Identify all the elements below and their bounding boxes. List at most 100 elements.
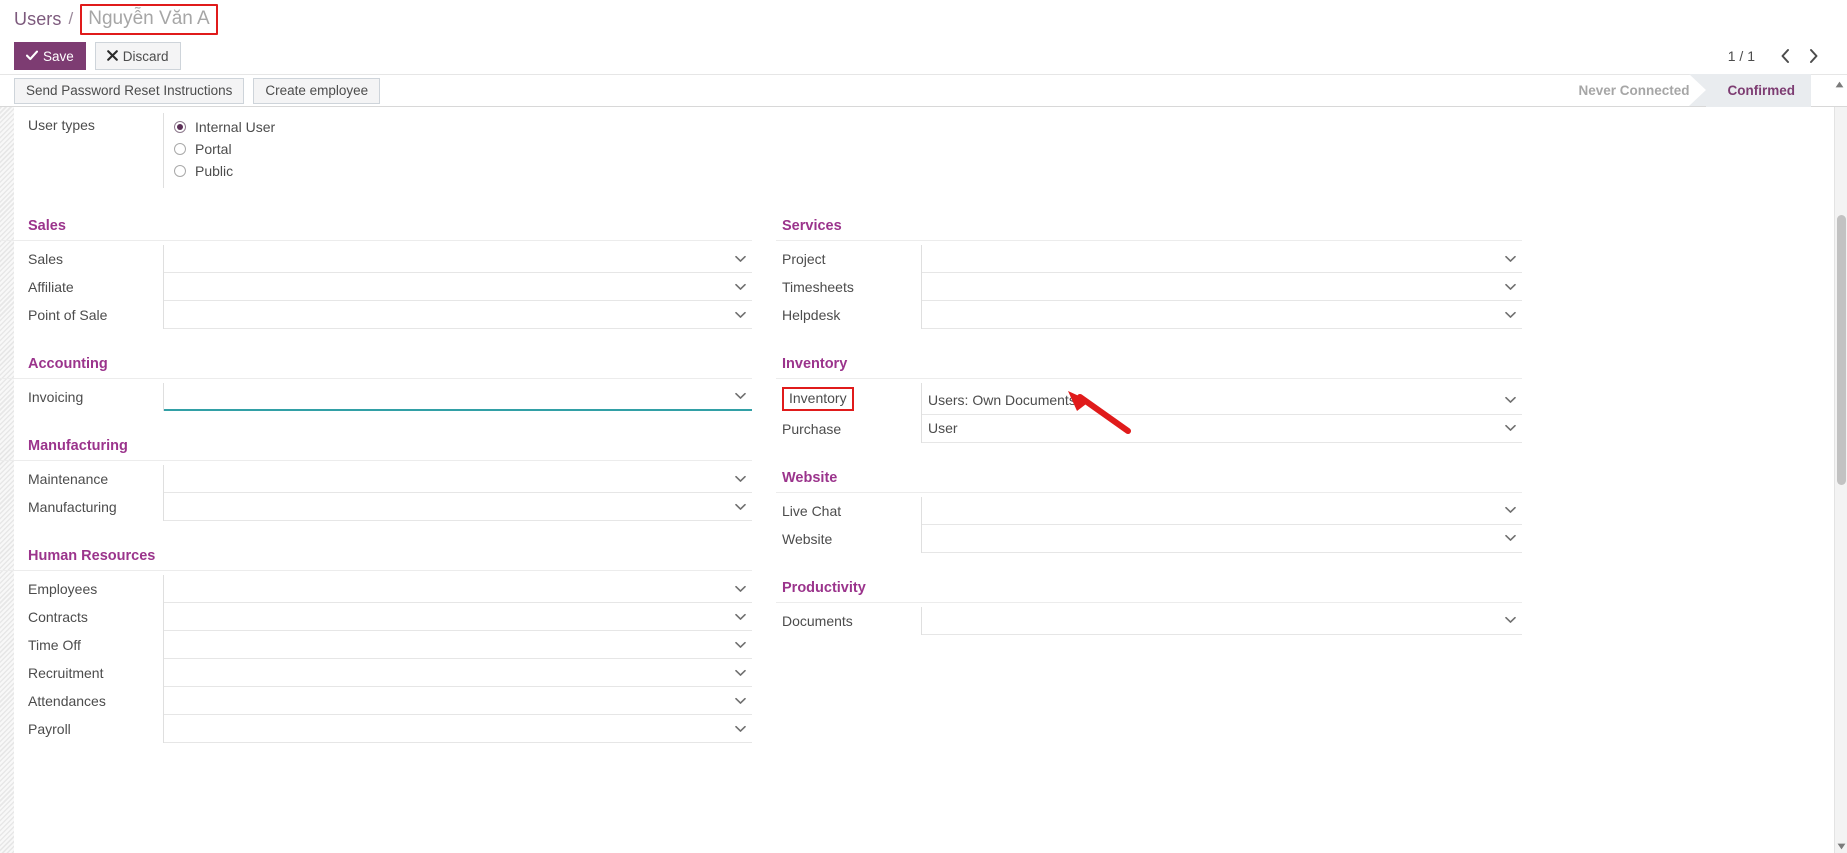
field-documents: Documents	[776, 607, 1522, 635]
field-timesheets-label: Timesheets	[776, 273, 921, 301]
field-manufacturing-select[interactable]	[164, 493, 752, 521]
field-inventory-control: Users: Own Documents	[921, 383, 1522, 415]
pager-next-button[interactable]	[1801, 43, 1825, 69]
chevron-down-icon	[1505, 535, 1516, 542]
field-contracts-label: Contracts	[0, 603, 163, 631]
chevron-down-icon	[735, 641, 746, 648]
field-manufacturing-control	[163, 493, 752, 521]
field-helpdesk-label: Helpdesk	[776, 301, 921, 329]
radio-public-indicator[interactable]	[174, 165, 186, 177]
field-documents-select[interactable]	[922, 607, 1522, 635]
radio-internal-user[interactable]: Internal User	[174, 116, 1568, 138]
status-never-connected[interactable]: Never Connected	[1556, 74, 1705, 107]
field-affiliate-label: Affiliate	[0, 273, 163, 301]
field-attendances-select[interactable]	[164, 687, 752, 715]
field-payroll: Payroll	[0, 715, 752, 743]
chevron-right-icon	[1807, 48, 1820, 64]
field-timesheets-select[interactable]	[922, 273, 1522, 301]
discard-button[interactable]: Discard	[95, 42, 181, 70]
field-inventory-value: Users: Own Documents	[928, 392, 1076, 408]
field-contracts-control	[163, 603, 752, 631]
field-recruitment: Recruitment	[0, 659, 752, 687]
statusbar: Send Password Reset Instructions Create …	[0, 74, 1847, 107]
field-purchase-control: User	[921, 415, 1522, 443]
field-time-off-control	[163, 631, 752, 659]
group-accounting-title: Accounting	[0, 356, 752, 379]
breadcrumb-current-record-name[interactable]: Nguyễn Văn A	[88, 8, 209, 29]
chevron-down-icon	[735, 725, 746, 732]
field-live-chat-select[interactable]	[922, 497, 1522, 525]
field-recruitment-select[interactable]	[164, 659, 752, 687]
pager-previous-button[interactable]	[1773, 43, 1797, 69]
field-attendances: Attendances	[0, 687, 752, 715]
field-manufacturing: Manufacturing	[0, 493, 752, 521]
user-types-label: User types	[0, 113, 163, 188]
field-live-chat-control	[921, 497, 1522, 525]
field-purchase-value: User	[928, 420, 958, 436]
radio-portal-label: Portal	[195, 141, 232, 157]
field-point-of-sale: Point of Sale	[0, 301, 752, 329]
chevron-down-icon	[735, 393, 746, 400]
vertical-scrollbar-thumb[interactable]	[1837, 215, 1846, 485]
field-website: Website	[776, 525, 1522, 553]
field-contracts-select[interactable]	[164, 603, 752, 631]
field-helpdesk-select[interactable]	[922, 301, 1522, 329]
chevron-down-icon	[1505, 617, 1516, 624]
field-website-select[interactable]	[922, 525, 1522, 553]
send-password-reset-instructions-button[interactable]: Send Password Reset Instructions	[14, 78, 244, 104]
field-time-off-select[interactable]	[164, 631, 752, 659]
send-password-reset-instructions-label: Send Password Reset Instructions	[26, 83, 232, 98]
field-live-chat: Live Chat	[776, 497, 1522, 525]
field-affiliate-control	[163, 273, 752, 301]
chevron-down-icon	[735, 255, 746, 262]
field-recruitment-control	[163, 659, 752, 687]
right-column: Services Project	[770, 218, 1540, 770]
breadcrumb-root-users[interactable]: Users	[14, 9, 62, 30]
group-website: Website Live Chat	[776, 470, 1522, 553]
field-website-control	[921, 525, 1522, 553]
breadcrumb-current-highlight-box: Nguyễn Văn A	[80, 4, 217, 35]
field-maintenance-label: Maintenance	[0, 465, 163, 493]
field-maintenance-select[interactable]	[164, 465, 752, 493]
scroll-up-arrow-icon[interactable]	[1833, 77, 1846, 91]
radio-portal[interactable]: Portal	[174, 138, 1568, 160]
chevron-down-icon	[735, 613, 746, 620]
save-button-label: Save	[43, 49, 74, 64]
group-sales: Sales Sales	[0, 218, 752, 329]
group-productivity: Productivity Documents	[776, 580, 1522, 635]
chevron-down-icon	[1505, 425, 1516, 432]
radio-public[interactable]: Public	[174, 160, 1568, 182]
status-confirmed[interactable]: Confirmed	[1706, 74, 1812, 107]
field-project-select[interactable]	[922, 245, 1522, 273]
form-scroll-area[interactable]: User types Internal User Portal Public	[0, 107, 1847, 853]
field-website-label: Website	[776, 525, 921, 553]
field-employees-select[interactable]	[164, 575, 752, 603]
chevron-left-icon	[1779, 48, 1792, 64]
chevron-down-icon	[735, 669, 746, 676]
group-sales-title: Sales	[0, 218, 752, 241]
odoo-users-form-page: Users / Nguyễn Văn A Save Discard 1 / 1	[0, 0, 1847, 853]
field-purchase-select[interactable]: User	[922, 415, 1522, 443]
field-affiliate-select[interactable]	[164, 273, 752, 301]
radio-portal-indicator[interactable]	[174, 143, 186, 155]
field-sales-select[interactable]	[164, 245, 752, 273]
create-employee-button[interactable]: Create employee	[253, 78, 380, 104]
times-icon	[107, 50, 118, 63]
breadcrumb-separator: /	[69, 9, 74, 29]
scroll-down-arrow-icon[interactable]	[1835, 839, 1847, 853]
field-inventory-select[interactable]: Users: Own Documents	[922, 387, 1522, 415]
vertical-scrollbar[interactable]	[1834, 107, 1847, 853]
radio-internal-user-indicator[interactable]	[174, 121, 186, 133]
check-icon	[26, 50, 38, 63]
save-button[interactable]: Save	[14, 42, 86, 70]
statusbar-buttons: Send Password Reset Instructions Create …	[14, 78, 380, 104]
discard-button-label: Discard	[123, 49, 169, 64]
field-payroll-select[interactable]	[164, 715, 752, 743]
group-manufacturing: Manufacturing Maintenance	[0, 438, 752, 521]
field-point-of-sale-select[interactable]	[164, 301, 752, 329]
field-invoicing: Invoicing	[0, 383, 752, 411]
group-human-resources-title: Human Resources	[0, 548, 752, 571]
status-notch	[1689, 74, 1706, 106]
field-live-chat-label: Live Chat	[776, 497, 921, 525]
field-invoicing-select[interactable]	[164, 383, 752, 411]
